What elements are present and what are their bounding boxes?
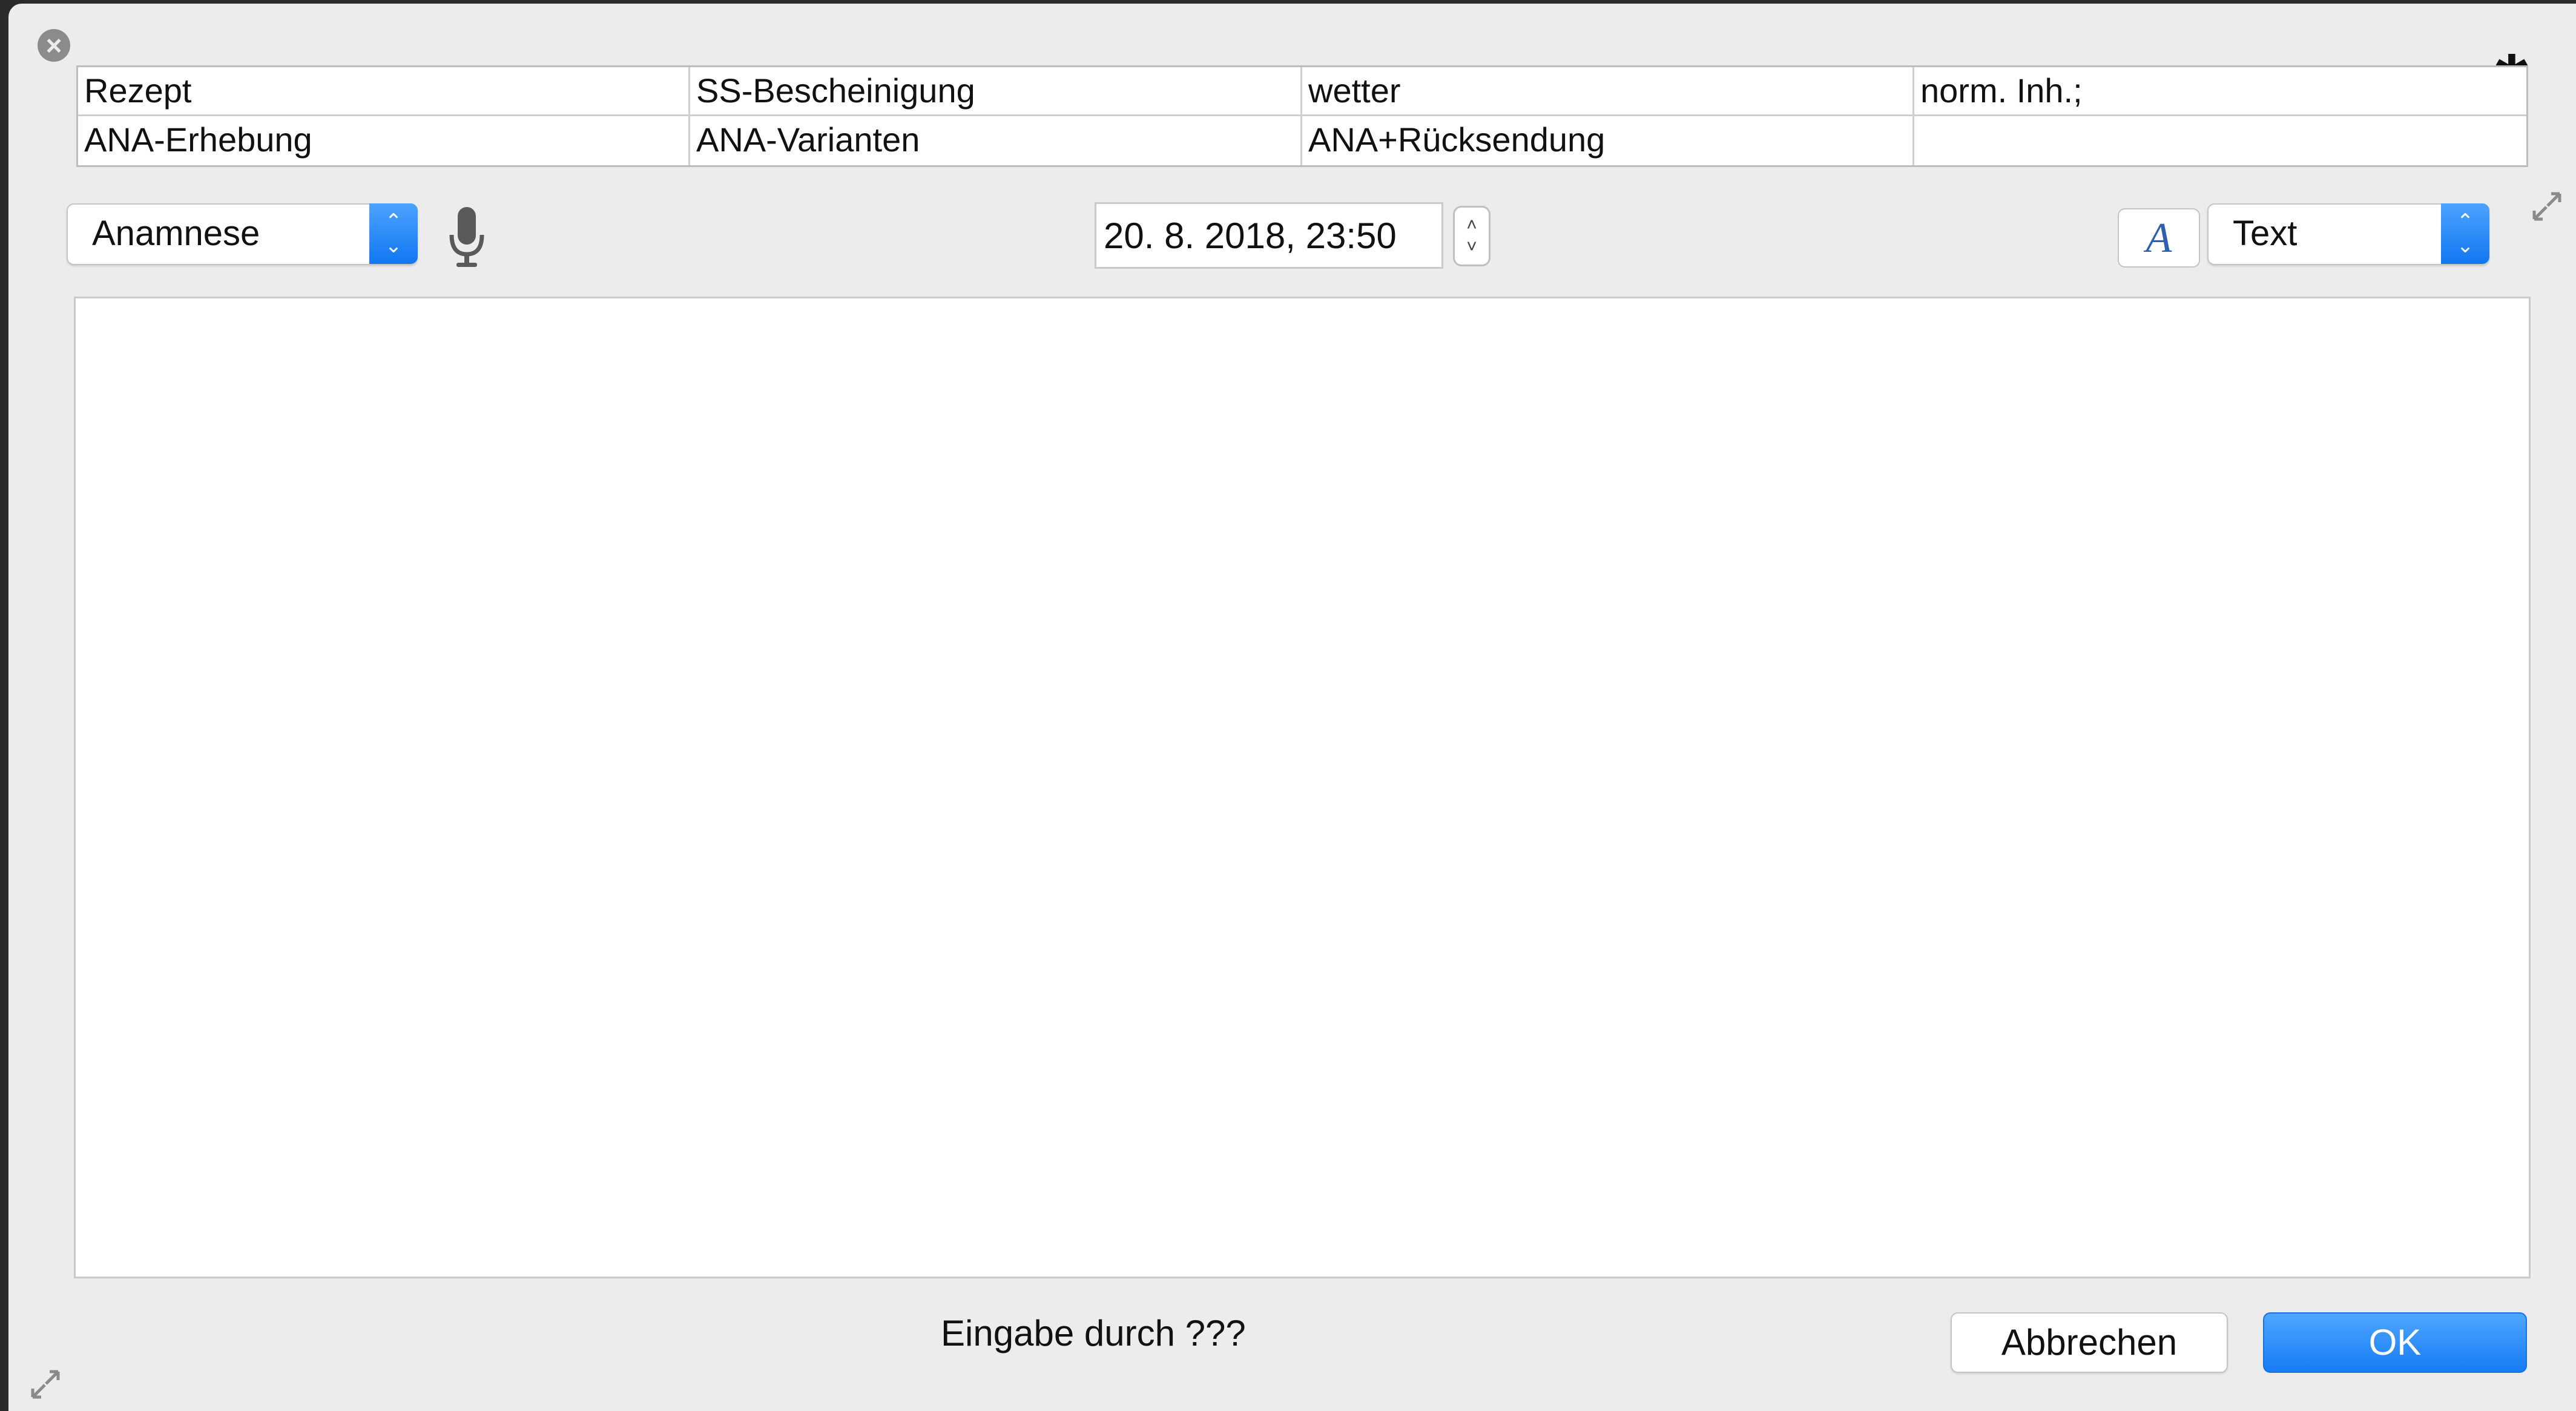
chevron-updown-icon: ⌃ ⌄ <box>369 203 418 264</box>
format-select[interactable]: Text ⌃ ⌄ <box>2207 203 2489 265</box>
expand-icon[interactable] <box>2526 185 2568 228</box>
datetime-stepper[interactable]: ˄ ˅ <box>1453 206 1491 266</box>
chevron-updown-icon: ⌃ ⌄ <box>2441 203 2489 264</box>
datetime-field[interactable]: 20. 8. 2018, 23:50 <box>1095 202 1443 269</box>
shortcut-cell[interactable] <box>1914 116 2526 165</box>
shortcut-cell[interactable]: SS-Bescheinigung <box>690 67 1302 116</box>
ok-button[interactable]: OK <box>2263 1312 2527 1373</box>
shortcut-cell[interactable]: norm. Inh.; <box>1914 67 2526 116</box>
note-text-area[interactable] <box>74 297 2531 1278</box>
entry-author-status: Eingabe durch ??? <box>941 1313 1246 1353</box>
resize-icon[interactable] <box>24 1363 67 1406</box>
shortcut-cell[interactable]: ANA-Erhebung <box>78 116 690 165</box>
shortcut-grid: Rezept SS-Bescheinigung wetter norm. Inh… <box>76 65 2528 167</box>
close-icon[interactable]: × <box>38 29 70 62</box>
entry-type-value: Anamnese <box>92 214 260 253</box>
microphone-icon[interactable] <box>446 203 488 270</box>
format-value: Text <box>2233 214 2298 253</box>
shortcut-cell[interactable]: wetter <box>1302 67 1914 116</box>
shortcut-cell[interactable]: Rezept <box>78 67 690 116</box>
dialog-window: × ✱ Rezept SS-Bescheinigung wetter norm.… <box>8 4 2576 1411</box>
shortcut-cell[interactable]: ANA-Varianten <box>690 116 1302 165</box>
shortcut-cell[interactable]: ANA+Rücksendung <box>1302 116 1914 165</box>
cancel-button[interactable]: Abbrechen <box>1951 1312 2228 1373</box>
font-button[interactable]: A <box>2118 208 2200 268</box>
entry-type-select[interactable]: Anamnese ⌃ ⌄ <box>67 203 418 265</box>
